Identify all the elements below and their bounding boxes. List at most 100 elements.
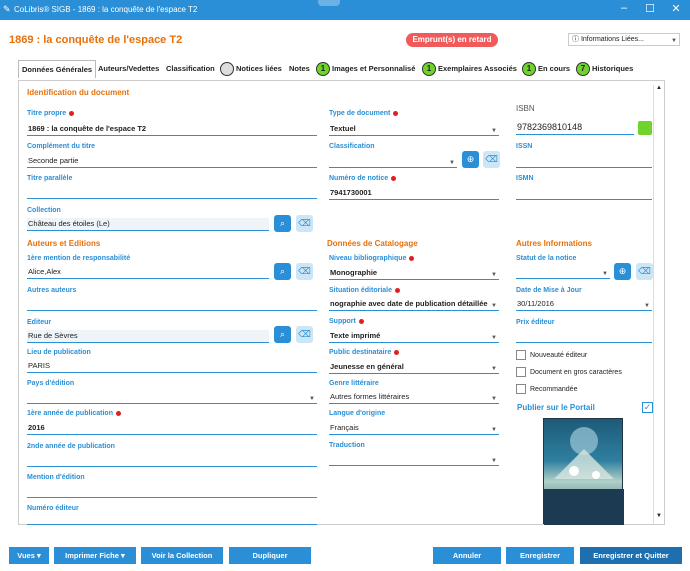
button-label: Vues (17, 551, 35, 560)
annuler-button[interactable]: Annuler (433, 547, 501, 564)
checkbox-box[interactable] (516, 367, 526, 377)
tab-en-cours[interactable]: 1 En cours (522, 60, 570, 78)
num-notice-input[interactable]: 7941730001 (329, 187, 499, 200)
minimize-icon[interactable]: – (616, 2, 632, 14)
related-info-dropdown[interactable]: ⓘ Informations Liées... ▼ (568, 33, 680, 46)
vues-dropdown[interactable]: Vues ▾ (9, 547, 49, 564)
statut-select[interactable]: ▼ (516, 266, 610, 279)
enregistrer-button[interactable]: Enregistrer (506, 547, 574, 564)
annee1-input[interactable]: 2016 (27, 422, 317, 435)
lieu-pub-input[interactable]: PARIS (27, 360, 317, 373)
prix-input[interactable] (516, 330, 652, 343)
tab-notes[interactable]: Notes (289, 60, 310, 78)
classification-select[interactable]: ▼ (329, 155, 457, 168)
collection-input[interactable]: Château des étoiles (Le) (27, 218, 269, 231)
close-icon[interactable]: ✕ (668, 2, 684, 15)
situation-select[interactable]: nographie avec date de publication détai… (329, 298, 499, 311)
tab-notices-liees[interactable]: Notices liées (220, 60, 282, 78)
checkbox-box[interactable] (516, 384, 526, 394)
clear-classification-button[interactable]: ⌫ (483, 151, 500, 168)
add-statut-button[interactable]: ⊕ (614, 263, 631, 280)
publier-checkbox[interactable]: ✓ (642, 402, 653, 413)
isbn-input[interactable]: 9782369810148 (516, 121, 634, 135)
editeur-input[interactable]: Rue de Sèvres (27, 330, 269, 343)
tab-label: Notices liées (236, 64, 282, 73)
mention-ed-input[interactable] (27, 485, 317, 498)
nouveaute-checkbox[interactable]: Nouveauté éditeur (516, 350, 587, 360)
ismn-input[interactable] (516, 187, 652, 200)
search-editeur-button[interactable]: ⌕ (274, 326, 291, 343)
checkbox-label: Nouveauté éditeur (530, 351, 588, 359)
section-auteurs: Auteurs et Editions (27, 239, 101, 248)
book-cover-image[interactable] (543, 418, 624, 525)
tab-exemplaires[interactable]: 1 Exemplaires Associés (422, 60, 517, 78)
chevron-down-icon: ▼ (671, 38, 677, 44)
traduction-select[interactable]: ▼ (329, 453, 499, 466)
tab-classification[interactable]: Classification (166, 60, 215, 78)
tab-historiques[interactable]: 7 Historiques (576, 60, 633, 78)
titre-propre-label: Titre propre (27, 110, 75, 117)
vertical-scrollbar[interactable]: ▲ ▼ (653, 85, 664, 524)
count-badge (220, 62, 234, 77)
tab-donnees-generales[interactable]: Données Générales (18, 60, 97, 78)
voir-collection-button[interactable]: Voir la Collection (141, 547, 223, 564)
search-icon: ⌕ (279, 218, 286, 228)
plus-icon: ⊕ (618, 266, 627, 276)
checkbox-box[interactable] (516, 350, 526, 360)
langue-select[interactable]: Français ▼ (329, 422, 499, 435)
type-doc-select[interactable]: Textuel ▼ (329, 123, 499, 136)
enregistrer-quitter-button[interactable]: Enregistrer et Quitter (580, 547, 682, 564)
tab-images[interactable]: 1 Images et Personnalisé (316, 60, 415, 78)
dupliquer-button[interactable]: Dupliquer (229, 547, 311, 564)
section-catalogage: Données de Catalogage (327, 239, 418, 248)
issn-input[interactable] (516, 155, 652, 168)
scroll-down-icon[interactable]: ▼ (656, 513, 662, 519)
num-editeur-input[interactable] (27, 512, 317, 525)
count-badge: 7 (576, 62, 590, 77)
titre-parallele-input[interactable] (27, 186, 317, 199)
count-badge: 1 (316, 62, 330, 77)
annee2-label: 2nde année de publication (27, 443, 115, 450)
clear-editeur-button[interactable]: ⌫ (296, 326, 313, 343)
niveau-select[interactable]: Monographie ▼ (329, 267, 499, 280)
checkmark-icon: ✓ (643, 402, 652, 412)
eraser-icon: ⌫ (485, 154, 498, 164)
support-label: Support (329, 318, 364, 325)
recommande-checkbox[interactable]: Recommandée (516, 384, 577, 394)
chevron-down-icon: ▼ (491, 272, 497, 278)
chevron-down-icon: ▼ (491, 396, 497, 402)
annee1-label: 1ère année de publication (27, 410, 121, 417)
date-maj-select[interactable]: 30/11/2016 ▼ (516, 298, 652, 311)
search-collection-button[interactable]: ⌕ (274, 215, 291, 232)
publier-label: Publier sur le Portail (517, 403, 595, 412)
scroll-up-icon[interactable]: ▲ (656, 85, 662, 91)
collapse-handle[interactable] (318, 0, 340, 6)
tab-label: Exemplaires Associés (438, 64, 517, 73)
clear-statut-button[interactable]: ⌫ (636, 263, 653, 280)
niveau-label: Niveau bibliographique (329, 255, 415, 262)
maximize-icon[interactable]: ☐ (642, 2, 658, 15)
annee2-input[interactable] (27, 454, 317, 467)
add-classification-button[interactable]: ⊕ (462, 151, 479, 168)
clear-author-button[interactable]: ⌫ (296, 263, 313, 280)
search-author-button[interactable]: ⌕ (274, 263, 291, 280)
late-loans-badge[interactable]: Emprunt(s) en retard (406, 33, 498, 47)
titre-propre-input[interactable]: 1869 : la conquête de l'espace T2 (27, 123, 317, 136)
chevron-down-icon: ▼ (491, 128, 497, 134)
genre-select[interactable]: Autres formes littéraires ▼ (329, 391, 499, 404)
ismn-label: ISMN (516, 175, 534, 182)
window-title: CoLibris® SIGB - 1869 : la conquête de l… (14, 5, 198, 14)
isbn-valid-icon[interactable] (638, 121, 652, 135)
clear-collection-button[interactable]: ⌫ (296, 215, 313, 232)
pays-select[interactable]: ▼ (27, 391, 317, 404)
public-select[interactable]: Jeunesse en général ▼ (329, 361, 499, 374)
mention-resp-input[interactable]: Alice,Alex (27, 266, 269, 279)
complement-label: Complément du titre (27, 143, 96, 150)
public-label: Public destinataire (329, 349, 400, 356)
support-select[interactable]: Texte imprimé ▼ (329, 330, 499, 343)
tab-auteurs[interactable]: Auteurs/Vedettes (98, 60, 159, 78)
gros-caracteres-checkbox[interactable]: Document en gros caractères (516, 367, 622, 377)
imprimer-fiche-dropdown[interactable]: Imprimer Fiche ▾ (54, 547, 136, 564)
complement-input[interactable]: Seconde partie (27, 155, 317, 168)
autres-auteurs-input[interactable] (27, 298, 317, 311)
